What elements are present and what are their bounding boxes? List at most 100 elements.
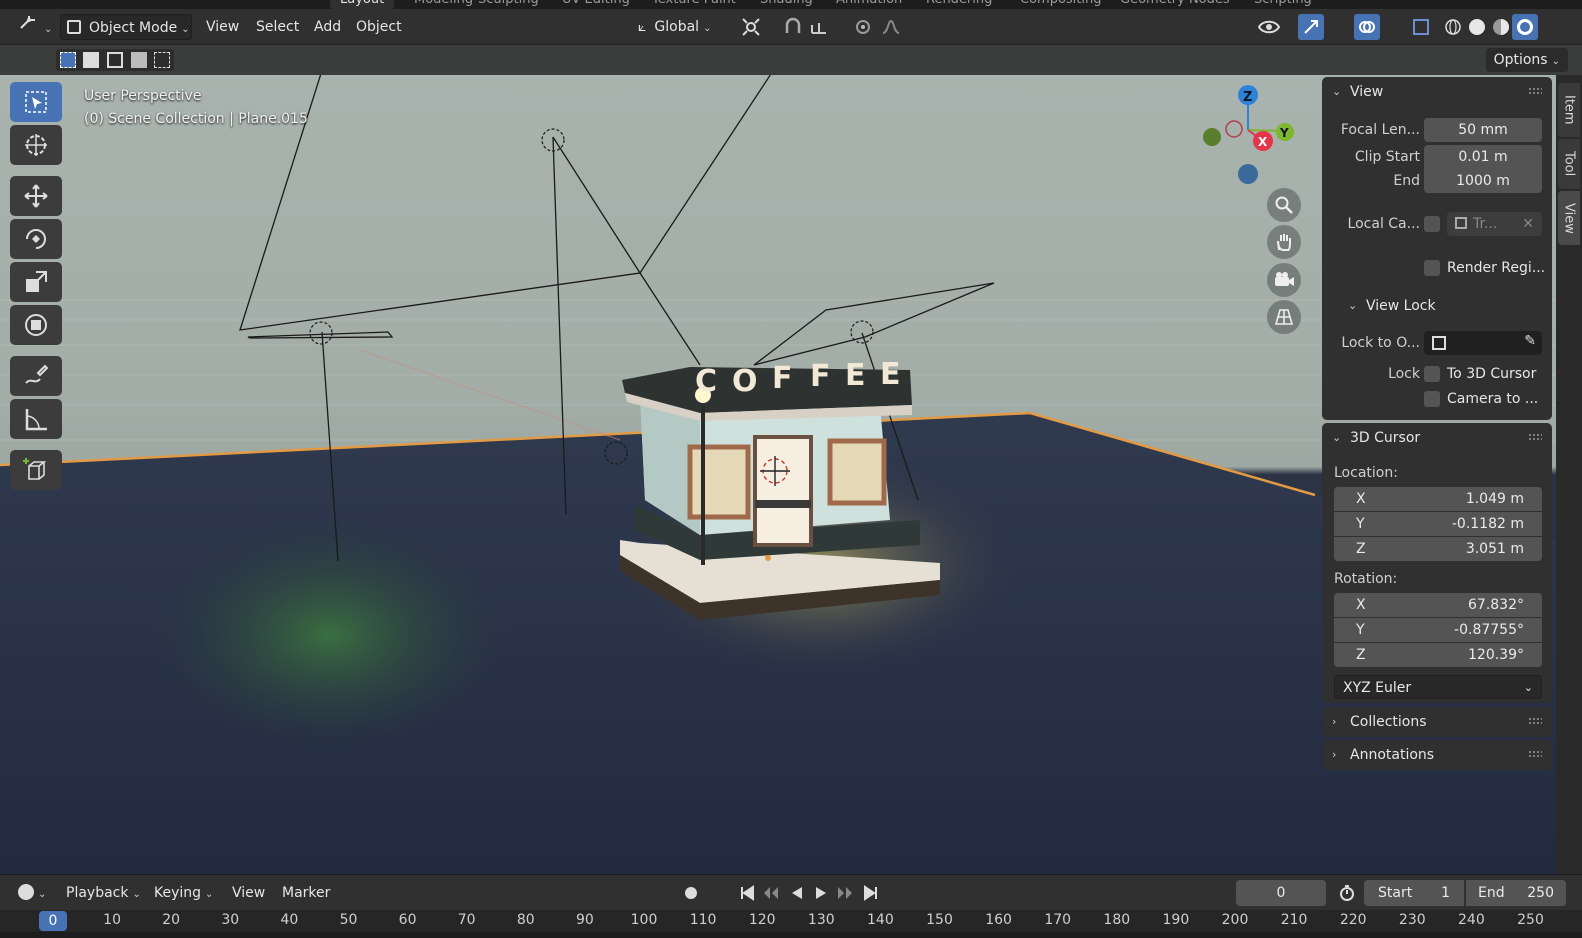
current-frame-field[interactable]: 0 <box>1236 880 1326 906</box>
local-camera-checkbox[interactable] <box>1424 216 1440 232</box>
transform-tool[interactable] <box>10 305 62 345</box>
pivot-point-icon[interactable] <box>738 14 764 40</box>
scale-tool[interactable] <box>10 262 62 302</box>
tab-geometry-nodes[interactable]: Geometry Nodes <box>1110 0 1240 9</box>
3d-cursor-header[interactable]: ⌄ 3D Cursor <box>1322 423 1552 453</box>
rotate-tool[interactable] <box>10 219 62 259</box>
jump-start-icon[interactable] <box>734 880 760 906</box>
proportional-editing-icon[interactable] <box>850 14 876 40</box>
timeline-editor-type-button[interactable]: ⌄ <box>12 880 52 906</box>
annotate-tool[interactable] <box>10 356 62 396</box>
select-subtract-icon[interactable] <box>106 52 123 68</box>
annotations-panel[interactable]: › Annotations <box>1322 740 1552 770</box>
view-lock-header[interactable]: ⌄ View Lock <box>1338 291 1548 321</box>
timeline-view-menu[interactable]: View <box>226 880 271 906</box>
collections-panel[interactable]: › Collections <box>1322 707 1552 737</box>
tab-tool[interactable]: Tool <box>1558 139 1580 189</box>
drag-grip-icon[interactable] <box>1528 87 1542 95</box>
local-camera-field[interactable]: Tr... ✕ <box>1447 212 1542 236</box>
drag-grip-icon[interactable] <box>1528 750 1542 758</box>
cursor-tool[interactable] <box>10 125 62 165</box>
options-dropdown[interactable]: Options ⌄ <box>1485 48 1568 72</box>
keying-menu[interactable]: Keying ⌄ <box>148 880 219 906</box>
eyedropper-icon[interactable]: ✎ <box>1524 333 1536 349</box>
add-cube-tool[interactable] <box>10 450 62 490</box>
record-icon[interactable] <box>678 880 704 906</box>
play-icon[interactable] <box>808 880 834 906</box>
lock-to-object-field[interactable]: ✎ <box>1424 331 1542 355</box>
view-panel-header[interactable]: ⌄ View <box>1322 77 1552 107</box>
timeline-ruler[interactable]: 0 10 20 30 40 50 60 70 80 90 100 110 120 130 140 150 16… <box>0 910 1582 932</box>
perspective-toggle-icon[interactable] <box>1267 300 1301 334</box>
mode-dropdown[interactable]: Object Mode ⌄ <box>60 14 192 40</box>
menu-object[interactable]: Object <box>350 14 408 40</box>
render-region-checkbox[interactable] <box>1424 260 1440 276</box>
3d-cursor-panel: ⌄ 3D Cursor Location: X 1.049 m Y -0.1182 m… <box>1322 423 1552 703</box>
tab-item[interactable]: Item <box>1558 83 1580 137</box>
menu-select[interactable]: Select <box>250 14 305 40</box>
end-frame-field[interactable]: End 250 <box>1466 880 1566 906</box>
menu-view[interactable]: View <box>200 14 245 40</box>
camera-view-icon[interactable] <box>1267 263 1301 297</box>
rotation-z-field[interactable]: Z 120.39° <box>1334 643 1542 667</box>
zoom-icon[interactable] <box>1267 188 1301 222</box>
snap-target-icon[interactable] <box>806 14 832 40</box>
stopwatch-icon[interactable] <box>1334 880 1360 906</box>
tab-animation[interactable]: Animation <box>826 0 912 9</box>
timeline-scrollbar[interactable] <box>0 932 1582 938</box>
tab-scripting[interactable]: Scripting <box>1244 0 1322 9</box>
transform-orientation-dropdown[interactable]: ⟀ Global ⌄ <box>632 14 717 40</box>
tab-texture-paint[interactable]: Texture Paint <box>642 0 746 9</box>
tab-shading[interactable]: Shading <box>750 0 823 9</box>
select-invert-icon[interactable] <box>130 52 147 68</box>
gizmo-toggle-icon[interactable] <box>1298 14 1324 40</box>
prev-keyframe-icon[interactable] <box>758 880 784 906</box>
rotation-x-field[interactable]: X 67.832° <box>1334 593 1542 617</box>
jump-end-icon[interactable] <box>858 880 884 906</box>
tab-rendering[interactable]: Rendering <box>916 0 1002 9</box>
wireframe-shading-icon[interactable] <box>1440 14 1466 40</box>
select-extend-icon[interactable] <box>83 52 100 68</box>
overlays-toggle-icon[interactable] <box>1354 14 1380 40</box>
select-box-tool[interactable] <box>10 82 62 122</box>
clear-icon[interactable]: ✕ <box>1522 212 1534 236</box>
focal-length-field[interactable]: 50 mm <box>1424 118 1542 142</box>
select-new-icon[interactable] <box>59 52 76 68</box>
xray-toggle-icon[interactable] <box>1408 14 1434 40</box>
visibility-icon[interactable] <box>1256 14 1282 40</box>
location-z-field[interactable]: Z 3.051 m <box>1334 537 1542 561</box>
tab-view[interactable]: View <box>1558 191 1580 245</box>
playback-menu[interactable]: Playback ⌄ <box>60 880 147 906</box>
falloff-icon[interactable] <box>878 14 904 40</box>
playhead[interactable]: 0 <box>39 911 67 931</box>
tab-layout[interactable]: Layout <box>330 0 395 9</box>
menu-add[interactable]: Add <box>308 14 347 40</box>
snap-icon[interactable] <box>780 14 806 40</box>
marker-menu[interactable]: Marker <box>276 880 336 906</box>
location-x-field[interactable]: X 1.049 m <box>1334 487 1542 511</box>
lock-3d-cursor-checkbox[interactable] <box>1424 366 1440 382</box>
clip-end-field[interactable]: 1000 m <box>1424 169 1542 193</box>
tab-compositing[interactable]: Compositing <box>1010 0 1112 9</box>
pan-hand-icon[interactable] <box>1267 225 1301 259</box>
play-reverse-icon[interactable] <box>784 880 810 906</box>
rendered-shading-icon[interactable] <box>1512 14 1538 40</box>
clip-start-field[interactable]: 0.01 m <box>1424 145 1542 169</box>
start-frame-field[interactable]: Start 1 <box>1364 880 1464 906</box>
editor-type-button[interactable]: ⌄ <box>12 14 58 40</box>
ruler-tick: 150 <box>926 912 953 928</box>
next-keyframe-icon[interactable] <box>832 880 858 906</box>
move-tool[interactable] <box>10 176 62 216</box>
rotation-y-field[interactable]: Y -0.87755° <box>1334 618 1542 642</box>
solid-shading-icon[interactable] <box>1464 14 1490 40</box>
material-shading-icon[interactable] <box>1488 14 1514 40</box>
location-y-field[interactable]: Y -0.1182 m <box>1334 512 1542 536</box>
measure-tool[interactable] <box>10 399 62 439</box>
rotation-mode-dropdown[interactable]: XYZ Euler ⌄ <box>1334 675 1542 699</box>
lock-camera-checkbox[interactable] <box>1424 391 1440 407</box>
select-intersect-icon[interactable] <box>154 52 171 68</box>
tab-uv-editing[interactable]: UV Editing <box>552 0 640 9</box>
drag-grip-icon[interactable] <box>1528 717 1542 725</box>
tab-sculpting[interactable]: Sculpting <box>468 0 549 9</box>
drag-grip-icon[interactable] <box>1528 433 1542 441</box>
